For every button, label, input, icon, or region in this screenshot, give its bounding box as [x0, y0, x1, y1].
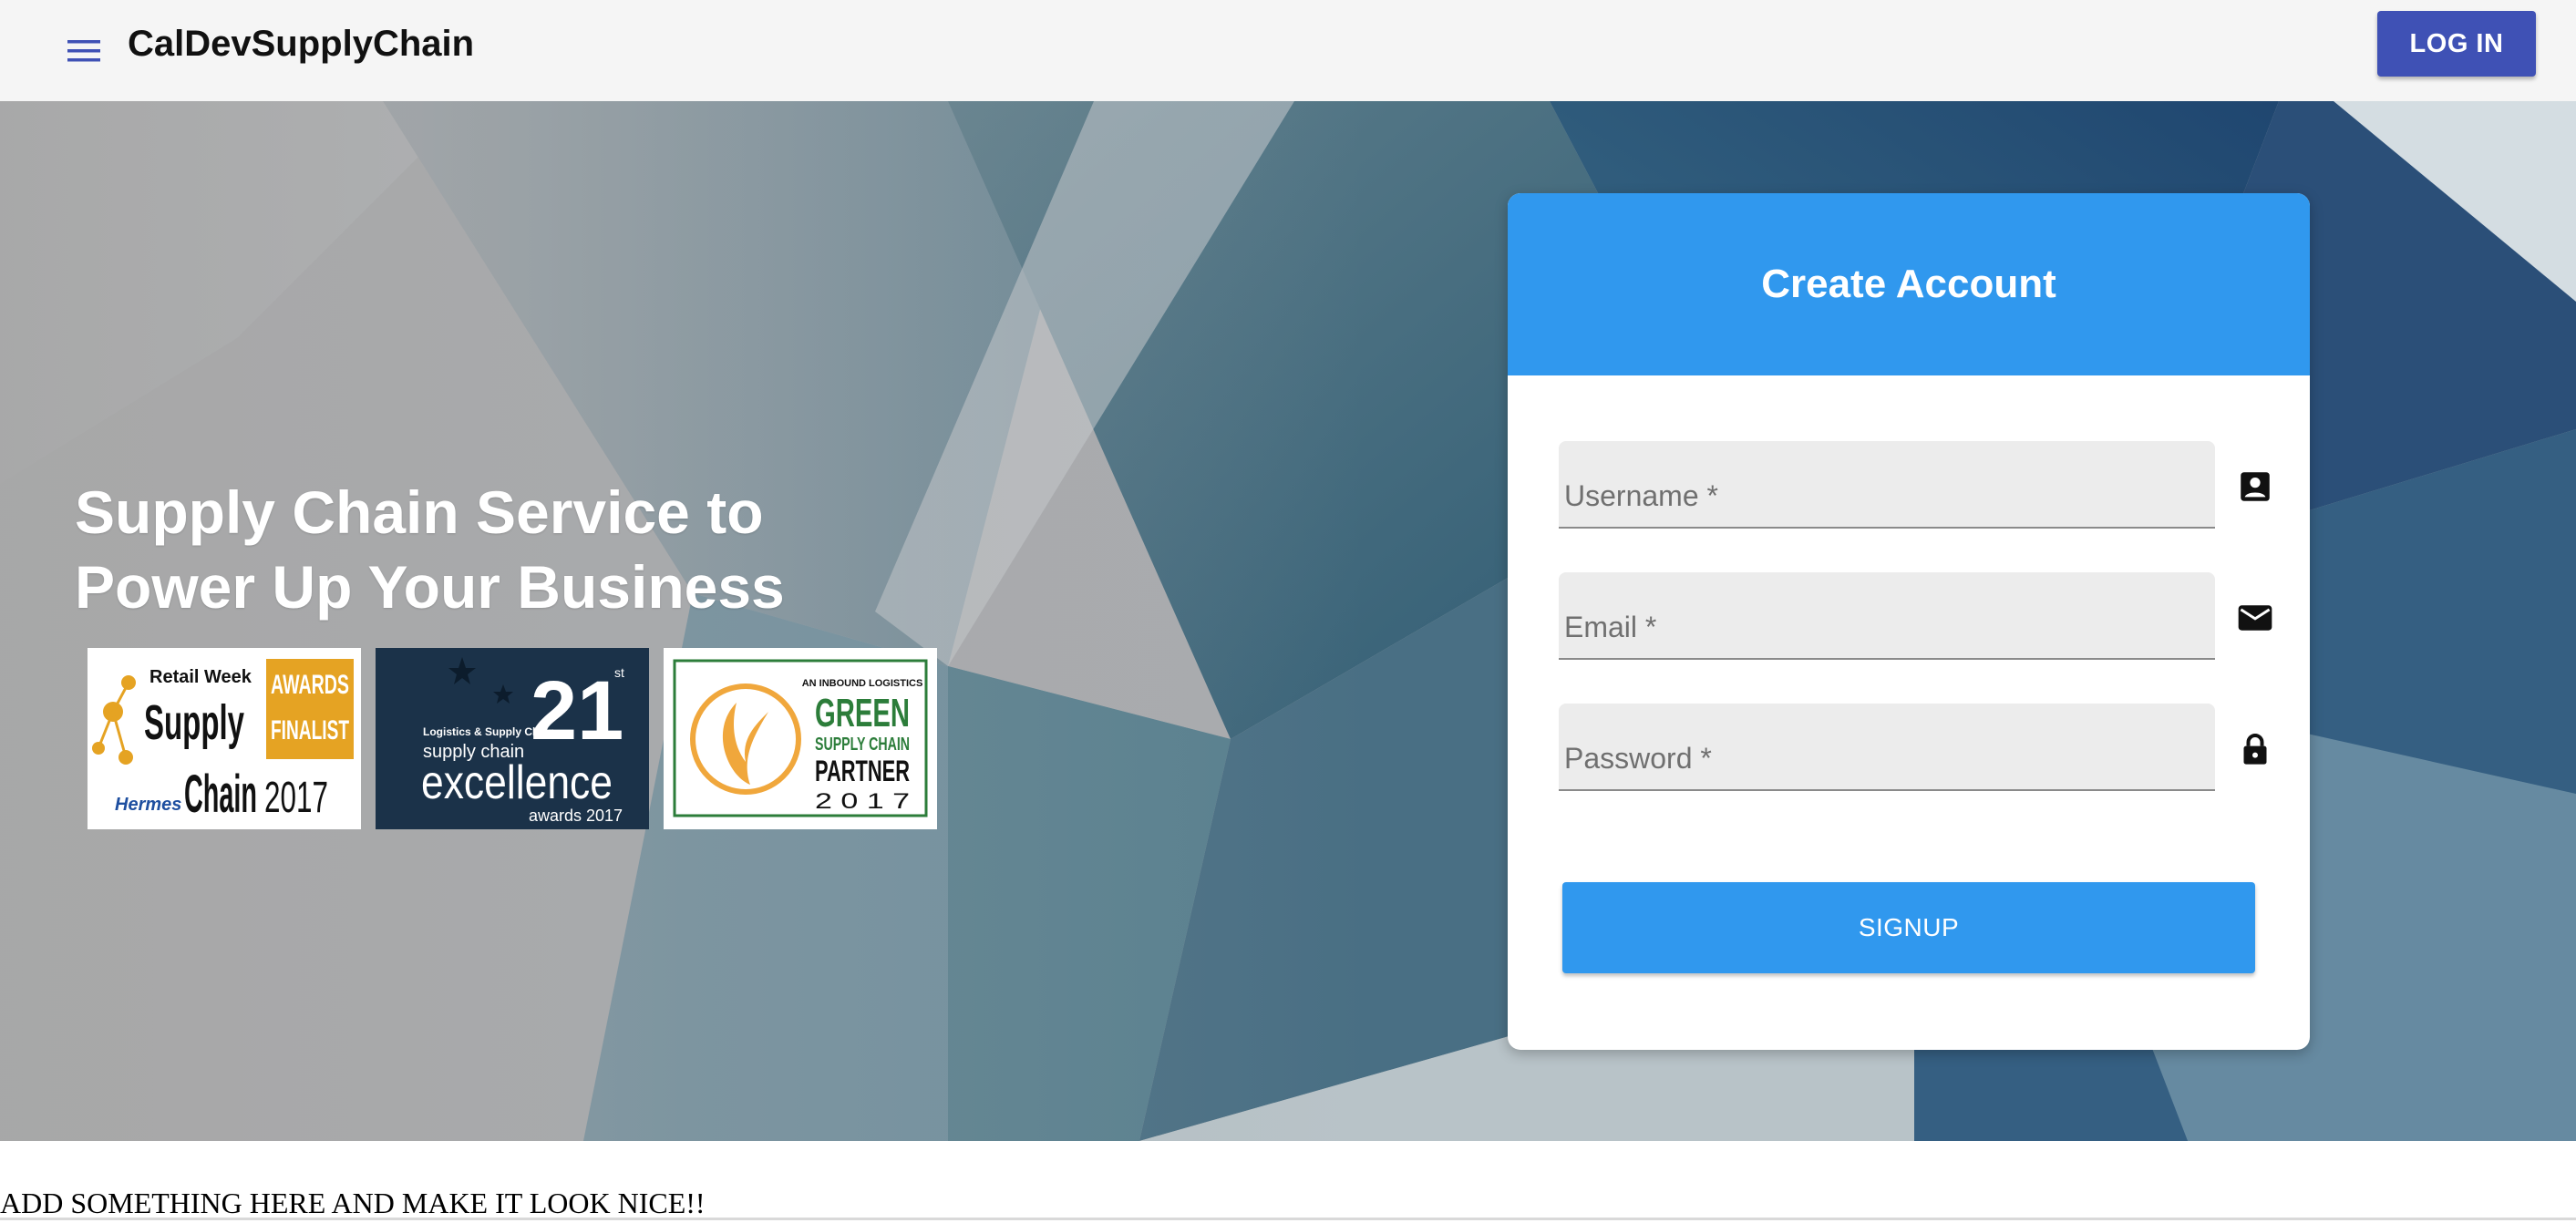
excellence-award-line-a: Logistics & Supply Chain — [423, 725, 555, 738]
green-award-line-d: PARTNER — [815, 755, 910, 787]
hero-headline-line-1: Supply Chain Service to — [75, 478, 764, 546]
card-title: Create Account — [1761, 262, 2056, 306]
signup-button[interactable]: SIGNUP — [1562, 882, 2255, 973]
retail-week-award-badge-2: FINALIST — [271, 715, 349, 745]
green-award-year: 2 0 1 7 — [815, 789, 910, 814]
mail-icon — [2230, 592, 2281, 643]
app-title: CalDevSupplyChain — [128, 24, 475, 64]
password-input[interactable] — [1559, 704, 2215, 789]
excellence-award-number: 21 — [531, 664, 623, 757]
hamburger-menu-icon[interactable] — [55, 22, 113, 80]
green-award-line-a: AN INBOUND LOGISTICS — [802, 678, 923, 689]
supply-chain-excellence-award-logo: 21 st Logistics & Supply Chain supply ch… — [376, 648, 649, 829]
email-field[interactable]: Email * — [1559, 572, 2215, 660]
excellence-award-line-c: excellence — [421, 756, 613, 809]
username-field[interactable]: Username * — [1559, 441, 2215, 529]
password-field[interactable]: Password * — [1559, 704, 2215, 791]
excellence-award-line-d: awards 2017 — [529, 807, 623, 825]
retail-week-award-line-d: Hermes — [115, 795, 181, 815]
hero-headline-line-2: Power Up Your Business — [75, 553, 785, 621]
app-bar: CalDevSupplyChain LOG IN — [0, 0, 2576, 101]
green-supply-chain-award-logo: AN INBOUND LOGISTICS GREEN SUPPLY CHAIN … — [664, 648, 937, 829]
username-input[interactable] — [1559, 441, 2215, 527]
retail-week-award-year: 2017 — [264, 774, 328, 822]
retail-week-award-line-b: Supply — [144, 695, 244, 750]
hero-headline: Supply Chain Service to Power Up Your Bu… — [75, 475, 785, 624]
create-account-card: Create Account Username * Email * Passwo… — [1508, 193, 2310, 1050]
card-header: Create Account — [1508, 193, 2310, 375]
lock-icon — [2230, 724, 2281, 775]
excellence-award-superscript: st — [614, 665, 624, 680]
retail-week-award-line-c: Chain — [184, 765, 257, 824]
hero-section: Supply Chain Service to Power Up Your Bu… — [0, 101, 2576, 1141]
green-award-line-c: SUPPLY CHAIN — [815, 735, 910, 755]
email-input[interactable] — [1559, 572, 2215, 658]
account-box-icon — [2230, 461, 2281, 512]
footer-placeholder-text: ADD SOMETHING HERE AND MAKE IT LOOK NICE… — [0, 1187, 706, 1219]
login-button[interactable]: LOG IN — [2377, 11, 2536, 77]
retail-week-award-badge-1: AWARDS — [271, 670, 349, 700]
green-award-line-b: GREEN — [815, 691, 910, 735]
retail-week-award-line-a: Retail Week — [149, 667, 252, 687]
retail-week-award-logo: Retail Week Supply Chain Hermes AWARDS F… — [88, 648, 361, 829]
page-bottom-divider — [0, 1218, 2576, 1220]
